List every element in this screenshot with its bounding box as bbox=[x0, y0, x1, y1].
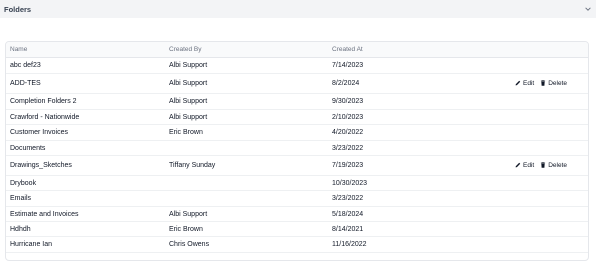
created-by: Eric Brown bbox=[169, 225, 203, 233]
created-by: Albi Support bbox=[169, 80, 208, 87]
created-at: 5/18/2024 bbox=[332, 210, 364, 218]
created-at: 3/23/2022 bbox=[332, 144, 364, 152]
table-row[interactable]: Estimate and Invoices Albi Support 5/18/20… bbox=[6, 207, 588, 222]
pencil-icon bbox=[515, 162, 521, 170]
table-row[interactable]: Drawings_Sketches Tiffany Sunday 7/19/2023… bbox=[6, 156, 588, 176]
folders-section-header[interactable]: Folders bbox=[0, 0, 596, 18]
created-at: 8/14/2021 bbox=[332, 225, 364, 233]
created-by: Eric Brown bbox=[169, 129, 203, 136]
folder-name[interactable]: Customer Invoices bbox=[6, 129, 169, 136]
column-header-created-by[interactable]: Created By bbox=[169, 46, 332, 53]
delete-button[interactable]: Delete bbox=[540, 79, 567, 88]
created-by: Albi Support bbox=[169, 210, 208, 218]
trash-icon bbox=[540, 161, 546, 170]
table-row[interactable]: Hdhdh Eric Brown 8/14/2021 bbox=[6, 222, 588, 237]
created-at: 11/16/2022 bbox=[332, 241, 367, 248]
folder-name[interactable]: Emails bbox=[6, 195, 169, 202]
delete-button[interactable]: Delete bbox=[540, 161, 567, 170]
edit-button[interactable]: Edit bbox=[515, 162, 534, 170]
table-row[interactable]: abc def23 Albi Support 7/14/2023 bbox=[6, 58, 588, 74]
edit-label: Edit bbox=[523, 80, 535, 87]
delete-label: Delete bbox=[548, 80, 567, 87]
created-at: 9/30/2023 bbox=[332, 98, 364, 105]
table-row[interactable]: Completion Folders 2 Albi Support 9/30/202… bbox=[6, 94, 588, 110]
folder-name[interactable]: Hdhdh bbox=[6, 226, 169, 233]
table-row[interactable]: Customer Invoices Eric Brown 4/20/2022 bbox=[6, 125, 588, 141]
table-row[interactable]: ADD-TES Albi Support 8/2/2024 Edit Delete bbox=[6, 74, 588, 94]
created-by: Albi Support bbox=[169, 98, 208, 105]
section-title: Folders bbox=[4, 4, 32, 14]
chevron-down-icon[interactable] bbox=[583, 5, 592, 14]
row-actions: Edit Delete bbox=[492, 161, 588, 170]
row-actions: Edit Delete bbox=[492, 79, 588, 88]
edit-button[interactable]: Edit bbox=[515, 80, 534, 88]
folder-name[interactable]: Documents bbox=[6, 145, 169, 152]
edit-label: Edit bbox=[523, 162, 535, 169]
table-row[interactable]: Crawford - Nationwide Albi Support 2/10/20… bbox=[6, 110, 588, 125]
created-by: Albi Support bbox=[169, 62, 208, 69]
created-at: 10/30/2023 bbox=[332, 179, 368, 187]
created-at: 7/19/2023 bbox=[332, 162, 364, 169]
trash-icon bbox=[540, 79, 546, 88]
table-header: Name Created By Created At bbox=[6, 42, 588, 58]
table-row[interactable]: Documents 3/23/2022 bbox=[6, 141, 588, 156]
folder-name[interactable]: ADD-TES bbox=[6, 80, 169, 87]
folder-name[interactable]: Drybook bbox=[6, 180, 169, 187]
folder-name[interactable]: Crawford - Nationwide bbox=[6, 114, 169, 121]
folder-name[interactable]: Hurricane Ian bbox=[6, 241, 169, 248]
table-row[interactable]: Drybook 10/30/2023 bbox=[6, 176, 588, 191]
folders-table: Name Created By Created At abc def23 Albi… bbox=[5, 41, 589, 261]
folder-name[interactable]: Estimate and Invoices bbox=[6, 211, 169, 218]
created-by: Tiffany Sunday bbox=[169, 162, 216, 169]
created-by: Albi Support bbox=[169, 113, 208, 121]
column-header-created-at[interactable]: Created At bbox=[332, 46, 492, 53]
created-at: 8/2/2024 bbox=[332, 80, 360, 87]
created-at: 4/20/2022 bbox=[332, 129, 364, 136]
column-header-name[interactable]: Name bbox=[6, 46, 169, 53]
pencil-icon bbox=[515, 80, 521, 88]
created-by: Chris Owens bbox=[169, 241, 210, 248]
folder-name[interactable]: Drawings_Sketches bbox=[6, 162, 169, 169]
table-row[interactable]: Emails 3/23/2022 bbox=[6, 191, 588, 207]
table-body: abc def23 Albi Support 7/14/2023 ADD-TES Alb… bbox=[6, 58, 588, 253]
folder-name[interactable]: abc def23 bbox=[6, 62, 169, 69]
created-at: 7/14/2023 bbox=[332, 62, 364, 69]
created-at: 2/10/2023 bbox=[332, 113, 364, 121]
created-at: 3/23/2022 bbox=[332, 195, 364, 202]
table-row[interactable]: Hurricane Ian Chris Owens 11/16/2022 bbox=[6, 237, 588, 253]
folder-name[interactable]: Completion Folders 2 bbox=[6, 98, 169, 105]
delete-label: Delete bbox=[548, 162, 567, 169]
